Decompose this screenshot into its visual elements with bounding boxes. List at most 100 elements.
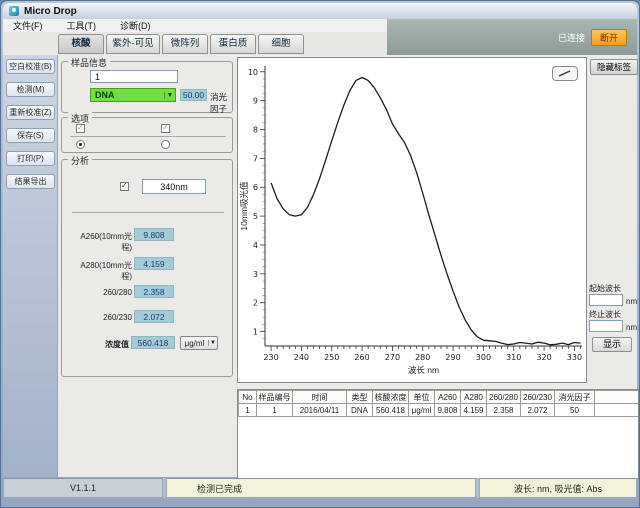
svg-text:10mm吸光值: 10mm吸光值 — [239, 181, 249, 231]
sample-info-group: 样品信息 1 DNA ▼ 50.00 消光因子 — [61, 61, 233, 113]
ratio-260-280-field: 2.358 — [134, 285, 174, 298]
table-cell: DNA — [347, 404, 373, 417]
results-column-header: A280 — [461, 391, 487, 404]
table-cell: 2016/04/11 — [293, 404, 347, 417]
results-column-header: 单位 — [409, 391, 435, 404]
svg-text:320: 320 — [536, 353, 551, 362]
version-label: V1.1.1 — [3, 478, 163, 498]
spectrum-chart-panel: 2302402502602702802903003103203301234567… — [237, 57, 587, 383]
tab-cell[interactable]: 细胞 — [258, 34, 304, 54]
status-message: 检测已完成 — [166, 478, 476, 498]
wavelength-340-input[interactable]: 340nm — [142, 179, 206, 194]
svg-text:300: 300 — [476, 353, 491, 362]
svg-text:6: 6 — [253, 183, 258, 192]
main-area: 空白校准(B) 检测(M) 重新校准(Z) 保存(S) 打印(P) 结果导出 样… — [3, 55, 637, 477]
options-divider — [70, 136, 226, 137]
tab-protein[interactable]: 蛋白质 — [210, 34, 256, 54]
table-cell: 2.358 — [487, 404, 521, 417]
spectrum-chart-canvas[interactable]: 2302402502602702802903003103203301234567… — [238, 58, 586, 382]
svg-text:260: 260 — [354, 353, 369, 362]
svg-text:波长 nm: 波长 nm — [408, 365, 439, 375]
table-cell — [595, 404, 639, 417]
results-column-header: 消光因子 — [555, 391, 595, 404]
results-column-header: 时间 — [293, 391, 347, 404]
recalibrate-button[interactable]: 重新校准(Z) — [6, 105, 55, 120]
results-column-header: 样品编号 — [257, 391, 293, 404]
table-cell: 4.159 — [461, 404, 487, 417]
tab-microarray[interactable]: 微阵列 — [162, 34, 208, 54]
save-button[interactable]: 保存(S) — [6, 128, 55, 143]
menu-diagnostics[interactable]: 诊断(D) — [110, 19, 165, 32]
svg-text:4: 4 — [253, 241, 258, 250]
chevron-down-icon: ▼ — [164, 92, 175, 99]
svg-text:1: 1 — [253, 328, 258, 337]
results-column-header: 类型 — [347, 391, 373, 404]
sample-id-input[interactable]: 1 — [90, 70, 178, 83]
print-button[interactable]: 打印(P) — [6, 151, 55, 166]
svg-text:10: 10 — [248, 68, 258, 77]
sidebar: 空白校准(B) 检测(M) 重新校准(Z) 保存(S) 打印(P) 结果导出 — [3, 55, 58, 477]
analysis-group: 分析 340nm A260(10mm光程) 9.808 A280(10mm光程)… — [61, 159, 233, 377]
svg-text:7: 7 — [253, 154, 258, 163]
option-radio-left[interactable] — [76, 140, 85, 149]
status-units-info: 波长: nm, 吸光值: Abs — [479, 478, 637, 498]
app-icon — [9, 6, 19, 16]
a260-value-field: 9.808 — [134, 228, 174, 241]
table-row[interactable]: 112016/04/11DNA560.418μg/ml9.8084.1592.3… — [239, 404, 639, 417]
menu-file[interactable]: 文件(F) — [3, 19, 57, 32]
tab-uv-vis[interactable]: 紫外-可见 — [106, 34, 160, 54]
end-wavelength-input[interactable] — [589, 320, 623, 332]
svg-text:250: 250 — [324, 353, 339, 362]
options-group: 选项 — [61, 117, 233, 153]
hide-labels-button[interactable]: 隐藏标签 — [590, 59, 638, 75]
start-wavelength-input[interactable] — [589, 294, 623, 306]
ratio-260-280-label: 260/280 — [72, 288, 132, 297]
measure-button[interactable]: 检测(M) — [6, 82, 55, 97]
table-cell: 2.072 — [521, 404, 555, 417]
option-checkbox-left[interactable] — [76, 124, 85, 133]
wavelength-340-checkbox[interactable] — [120, 182, 129, 191]
disconnect-button[interactable]: 断开 — [591, 29, 627, 46]
results-column-header: 核酸浓度 — [373, 391, 409, 404]
table-cell: 560.418 — [373, 404, 409, 417]
table-cell: 1 — [239, 404, 257, 417]
extinction-factor-field[interactable]: 50.00 — [180, 89, 207, 101]
table-cell: 1 — [257, 404, 293, 417]
concentration-label: 浓度值 — [72, 339, 129, 350]
svg-text:330: 330 — [567, 353, 582, 362]
chevron-down-icon: ▼ — [208, 340, 217, 346]
analysis-divider — [72, 212, 224, 213]
pointer-tool-button[interactable] — [552, 66, 578, 81]
option-radio-right[interactable] — [161, 140, 170, 149]
extinction-factor-label: 消光因子 — [210, 91, 232, 115]
ratio-260-230-label: 260/230 — [72, 313, 132, 322]
results-column-header: 260/230 — [521, 391, 555, 404]
concentration-unit-value: μg/ml — [181, 339, 208, 348]
show-button[interactable]: 显示 — [592, 337, 632, 352]
start-wavelength-label: 起始波长 — [589, 283, 621, 294]
results-table-panel: No样品编号时间类型核酸浓度单位A260A280260/280260/230消光… — [237, 389, 639, 479]
svg-text:280: 280 — [415, 353, 430, 362]
title-bar[interactable]: Micro Drop — [3, 3, 637, 19]
export-results-button[interactable]: 结果导出 — [6, 174, 55, 189]
concentration-value-field: 560.418 — [131, 336, 175, 349]
a260-label: A260(10mm光程) — [72, 231, 132, 253]
a280-value-field: 4.159 — [134, 257, 174, 270]
option-checkbox-right[interactable] — [161, 124, 170, 133]
sample-type-select[interactable]: DNA ▼ — [90, 88, 176, 102]
table-cell: 50 — [555, 404, 595, 417]
svg-text:240: 240 — [294, 353, 309, 362]
connection-status: 已连接 — [558, 31, 585, 44]
tab-nucleic-acid[interactable]: 核酸 — [58, 34, 104, 54]
results-column-header: 260/280 — [487, 391, 521, 404]
concentration-unit-select[interactable]: μg/ml ▼ — [180, 336, 218, 350]
window-title: Micro Drop — [24, 6, 77, 17]
status-bar: V1.1.1 检测已完成 波长: nm, 吸光值: Abs — [3, 478, 637, 498]
menu-tools[interactable]: 工具(T) — [57, 19, 111, 32]
svg-text:5: 5 — [253, 212, 258, 221]
results-column-header — [595, 391, 639, 404]
sample-info-legend: 样品信息 — [68, 56, 110, 69]
connection-panel: 已连接 断开 — [387, 19, 637, 55]
blank-calibration-button[interactable]: 空白校准(B) — [6, 59, 55, 74]
menu-bar: 文件(F) 工具(T) 诊断(D) — [3, 19, 387, 32]
